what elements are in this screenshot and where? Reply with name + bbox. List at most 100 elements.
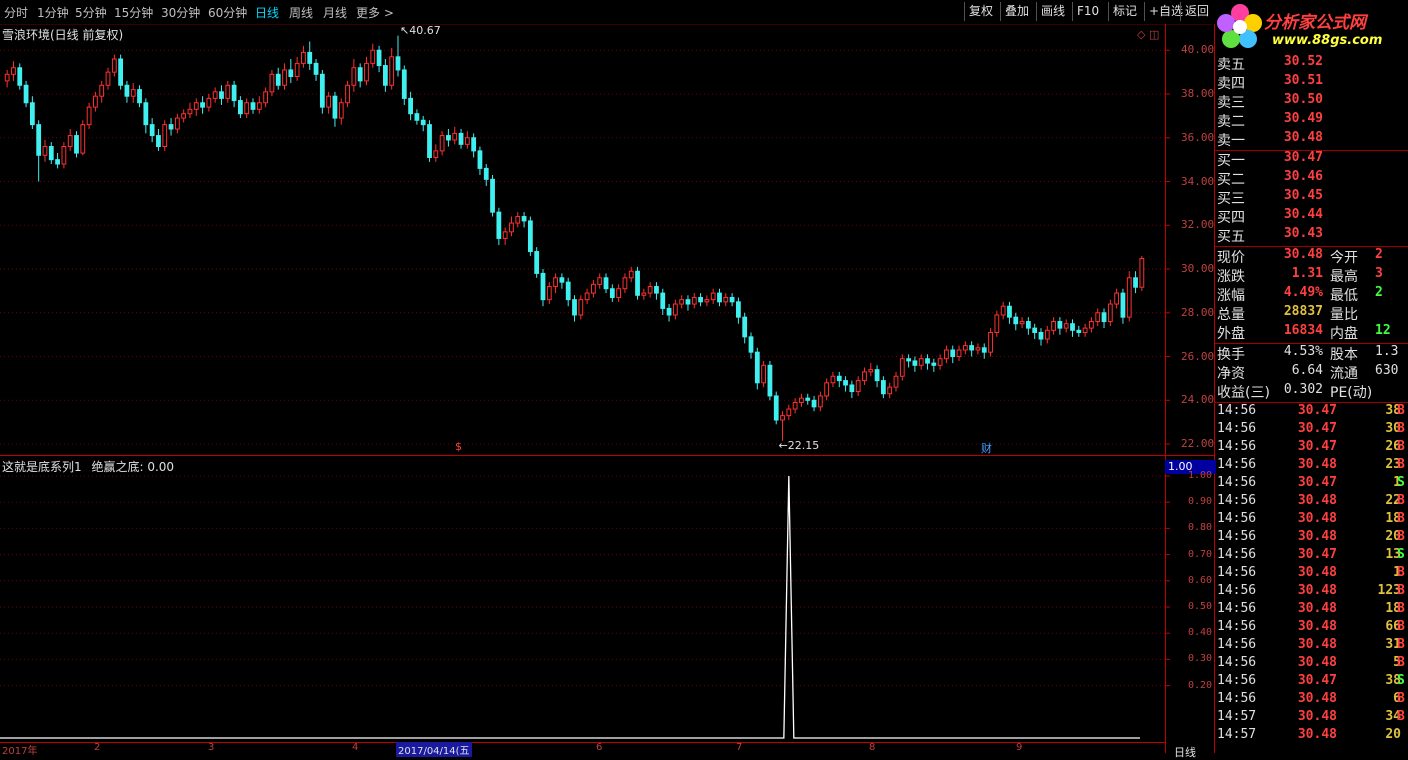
indicator-axis-label: 0.60 (1188, 574, 1213, 586)
tick-price: 30.48 (1297, 619, 1337, 634)
tick-side: B (1397, 583, 1405, 598)
tick-time: 14:56 (1217, 403, 1257, 418)
bid-row[interactable]: 买四 30.44 (1215, 207, 1408, 226)
quote-row: 总量 28837 量比 (1215, 304, 1408, 323)
ask-row[interactable]: 卖一 30.48 (1215, 130, 1408, 149)
price-axis-label: 38.00 (1181, 87, 1215, 100)
ask-price: 30.50 (1283, 92, 1323, 107)
dividend-event-marker[interactable]: $ (455, 440, 462, 453)
bid-label: 买四 (1217, 210, 1245, 226)
tick-side: B (1397, 457, 1405, 472)
tick-price: 30.48 (1297, 691, 1337, 706)
restore-rights-button[interactable]: 复权 (964, 2, 997, 21)
period-tab-5min[interactable]: 5分钟 (75, 4, 107, 21)
bid-price: 30.44 (1283, 207, 1323, 222)
tick-volume: 20 (1385, 529, 1401, 544)
more-periods-button[interactable]: 更多 > (356, 4, 394, 21)
period-indicator-label[interactable]: 日线 (1174, 744, 1196, 760)
ask-row[interactable]: 卖三 30.50 (1215, 92, 1408, 111)
period-tab-30min[interactable]: 30分钟 (161, 4, 200, 21)
candle-body (1114, 292, 1120, 305)
chart-corner-icons[interactable]: ◇ ◫ (1137, 28, 1159, 41)
financial-event-marker[interactable]: 财 (981, 440, 992, 456)
tick-row: 14:56 30.48 18 B (1215, 511, 1408, 529)
tick-time: 14:56 (1217, 475, 1257, 490)
price-axis-label: 36.00 (1181, 130, 1215, 144)
candle-body (401, 69, 407, 99)
candle-body (704, 299, 710, 303)
quote-label: 总量 (1217, 307, 1245, 323)
candle-body (17, 67, 23, 86)
candle-body (981, 347, 987, 353)
quote-value: 16834 (1283, 323, 1323, 338)
tick-row: 14:56 30.48 22 B (1215, 493, 1408, 511)
period-tab-daily[interactable]: 日线 (255, 4, 279, 21)
bid-price: 30.46 (1283, 169, 1323, 184)
candle-body (382, 65, 388, 86)
back-button[interactable]: 返回 (1180, 2, 1213, 21)
period-tab-weekly[interactable]: 周线 (289, 4, 313, 21)
candle-body (906, 358, 911, 362)
candle-body (666, 307, 672, 316)
bid-row[interactable]: 买二 30.46 (1215, 169, 1408, 188)
candle-body (263, 91, 269, 104)
quote-value: 28837 (1283, 304, 1323, 319)
candle-body (168, 124, 174, 130)
candle-body (256, 102, 262, 110)
candle-body (572, 299, 577, 316)
tick-side: B (1397, 637, 1405, 652)
overlay-button[interactable]: 叠加 (1000, 2, 1033, 21)
candle-body (99, 84, 105, 97)
draw-line-button[interactable]: 画线 (1036, 2, 1069, 21)
indicator-field-label: 绝赢之底: (91, 460, 144, 474)
candle-body (654, 286, 659, 294)
period-tab-15min[interactable]: 15分钟 (114, 4, 153, 21)
tick-price: 30.47 (1297, 547, 1337, 562)
tick-volume: 5 (1393, 655, 1401, 670)
period-tab-fenshi[interactable]: 分时 (4, 4, 28, 21)
candle-body (1044, 329, 1050, 340)
f10-button[interactable]: F10 (1072, 2, 1103, 21)
candle-body (80, 124, 86, 154)
candle-body (502, 231, 508, 239)
quote-label: 今开 (1330, 250, 1358, 266)
tick-time: 14:57 (1217, 709, 1257, 724)
quote-value: 4.49% (1283, 285, 1323, 300)
tick-time: 14:56 (1217, 673, 1257, 688)
tick-time: 14:56 (1217, 511, 1257, 526)
candle-body (1038, 331, 1044, 340)
candle-body (868, 369, 874, 373)
bid-row[interactable]: 买一 30.47 (1215, 150, 1408, 169)
candle-body (553, 277, 558, 288)
period-tab-monthly[interactable]: 月线 (323, 4, 347, 21)
date-tick: 2017年 (2, 746, 38, 757)
tick-row: 14:56 30.48 31 B (1215, 637, 1408, 655)
bid-row[interactable]: 买五 30.43 (1215, 226, 1408, 245)
mark-button[interactable]: 标记 (1108, 2, 1141, 21)
candle-body (55, 159, 60, 165)
ask-row[interactable]: 卖四 30.51 (1215, 73, 1408, 92)
candle-body (231, 84, 237, 102)
candle-body (597, 277, 603, 285)
candle-body (937, 358, 943, 366)
candle-body (780, 415, 785, 421)
candle-body (792, 401, 798, 410)
ask-row[interactable]: 卖五 30.52 (1215, 54, 1408, 73)
ask-label: 卖三 (1217, 95, 1245, 111)
period-tab-1min[interactable]: 1分钟 (37, 4, 69, 21)
ask-row[interactable]: 卖二 30.49 (1215, 111, 1408, 130)
period-tab-60min[interactable]: 60分钟 (208, 4, 247, 21)
candle-body (414, 113, 420, 121)
bid-row[interactable]: 买三 30.45 (1215, 188, 1408, 207)
quote-value: 12 (1375, 323, 1391, 338)
tick-volume: 13 (1385, 547, 1401, 562)
candle-body (950, 349, 956, 358)
tick-volume: 66 (1385, 619, 1401, 634)
candle-body (622, 277, 628, 290)
candle-body (67, 135, 73, 148)
tick-side: S (1397, 547, 1405, 562)
chart-area[interactable] (0, 24, 1215, 753)
fundamental-label: 股本 (1330, 347, 1358, 363)
chart-title: 雪浪环境(日线 前复权) (2, 28, 124, 42)
candle-body (1101, 312, 1107, 323)
